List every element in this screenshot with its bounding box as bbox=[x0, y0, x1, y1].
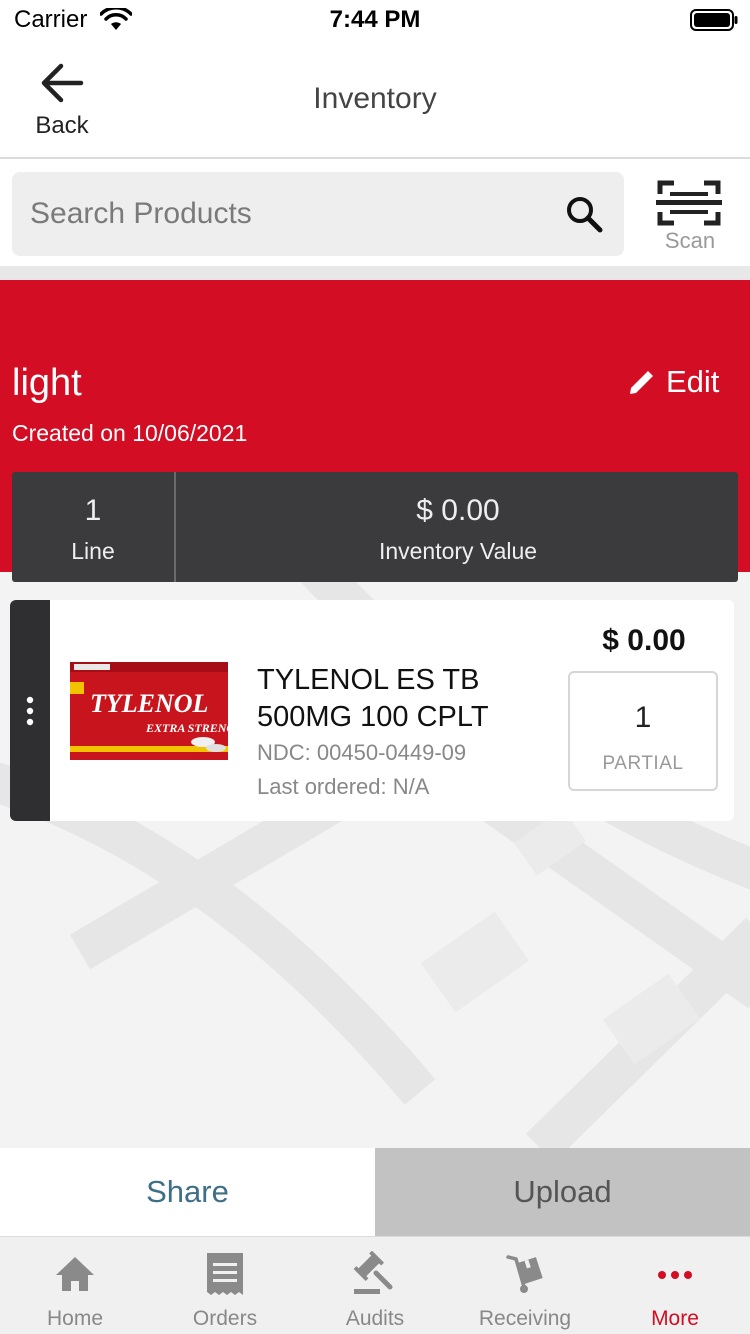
card-options-handle[interactable] bbox=[10, 600, 50, 821]
edit-button[interactable]: Edit bbox=[626, 364, 726, 404]
product-price: $ 0.00 bbox=[602, 624, 686, 657]
edit-label: Edit bbox=[666, 364, 720, 399]
scan-button[interactable]: Scan bbox=[652, 174, 728, 256]
pencil-icon bbox=[630, 371, 653, 394]
tab-home[interactable]: Home bbox=[0, 1237, 150, 1334]
status-bar: Carrier 7:44 PM bbox=[0, 0, 750, 44]
product-image: TYLENOL EXTRA STRENGTH bbox=[70, 662, 230, 760]
tab-bar: Home Orders Audits Receiving More bbox=[0, 1236, 750, 1334]
back-label: Back bbox=[35, 112, 89, 139]
svg-text:EXTRA STRENGTH: EXTRA STRENGTH bbox=[145, 721, 230, 735]
svg-text:TYLENOL: TYLENOL bbox=[90, 689, 208, 718]
line-count-value: 1 bbox=[84, 494, 102, 527]
tab-orders-label: Orders bbox=[192, 1307, 258, 1330]
inventory-stats: 1 Line $ 0.00 Inventory Value bbox=[12, 472, 738, 582]
barcode-scan-icon bbox=[656, 180, 722, 226]
search-icon[interactable] bbox=[564, 194, 604, 234]
vertical-dots-icon bbox=[26, 696, 34, 726]
tab-audits-label: Audits bbox=[345, 1307, 405, 1330]
upload-label: Upload bbox=[513, 1174, 612, 1209]
inventory-value-label: Inventory Value bbox=[378, 538, 538, 564]
divider-band bbox=[0, 266, 750, 280]
search-box bbox=[12, 172, 624, 256]
quantity-value: 1 bbox=[634, 701, 652, 734]
quantity-unit: PARTIAL bbox=[602, 753, 684, 774]
receipt-icon bbox=[207, 1253, 243, 1295]
product-ndc: NDC: 00450-0449-09 bbox=[257, 740, 467, 765]
tab-orders[interactable]: Orders bbox=[150, 1237, 300, 1334]
product-card[interactable]: TYLENOL EXTRA STRENGTH TYLENOL ES TB 500… bbox=[10, 600, 734, 821]
more-dots-icon bbox=[658, 1271, 692, 1279]
inventory-value-stat: $ 0.00 Inventory Value bbox=[178, 472, 738, 582]
tab-more-label: More bbox=[651, 1307, 699, 1330]
search-row: Scan bbox=[0, 160, 750, 266]
tab-more[interactable]: More bbox=[600, 1237, 750, 1334]
scan-label: Scan bbox=[664, 228, 716, 253]
share-label: Share bbox=[146, 1174, 229, 1209]
search-input[interactable] bbox=[30, 172, 550, 256]
gavel-icon bbox=[353, 1251, 393, 1294]
tab-home-label: Home bbox=[46, 1307, 104, 1330]
line-count-label: Line bbox=[71, 538, 115, 564]
home-icon bbox=[56, 1257, 94, 1291]
page-title: Inventory bbox=[313, 82, 437, 115]
action-bar: Share Upload bbox=[0, 1148, 750, 1236]
hand-truck-icon bbox=[506, 1255, 543, 1293]
battery-icon bbox=[690, 9, 738, 31]
tab-audits[interactable]: Audits bbox=[300, 1237, 450, 1334]
share-button[interactable]: Share bbox=[0, 1148, 375, 1236]
quantity-input[interactable]: 1 PARTIAL bbox=[568, 671, 718, 791]
line-count-stat: 1 Line bbox=[12, 472, 176, 582]
created-date: Created on 10/06/2021 bbox=[12, 420, 248, 446]
upload-button[interactable]: Upload bbox=[375, 1148, 750, 1236]
inventory-value: $ 0.00 bbox=[416, 494, 500, 527]
status-time: 7:44 PM bbox=[329, 6, 421, 33]
tab-receiving-label: Receiving bbox=[478, 1307, 572, 1330]
product-name: TYLENOL ES TB 500MG 100 CPLT bbox=[257, 664, 489, 733]
nav-bar: Back Inventory bbox=[0, 44, 750, 159]
last-ordered: Last ordered: N/A bbox=[257, 774, 430, 799]
tab-receiving[interactable]: Receiving bbox=[450, 1237, 600, 1334]
inventory-name: light bbox=[12, 362, 82, 404]
